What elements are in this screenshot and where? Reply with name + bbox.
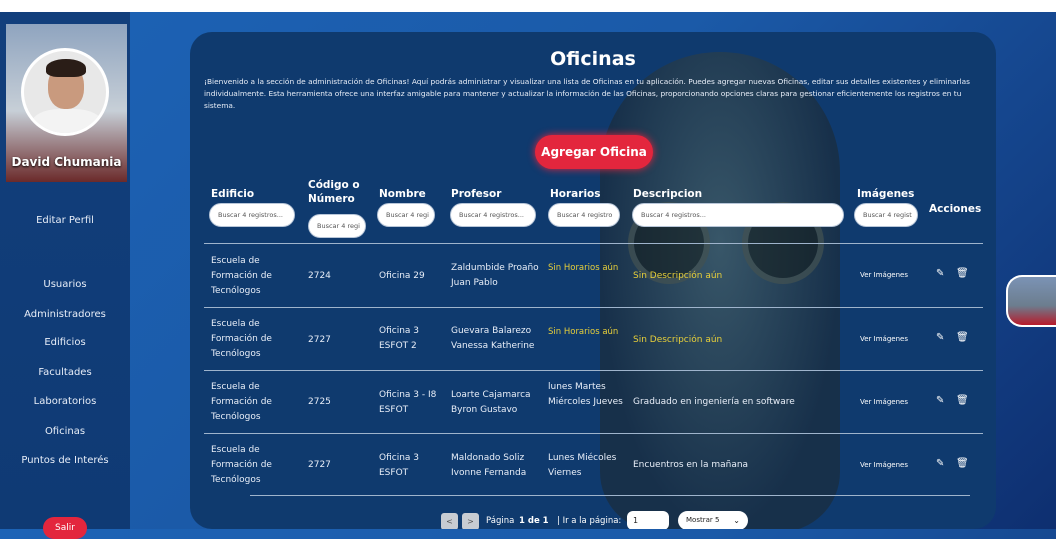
cell-codigo: 2725	[308, 397, 331, 407]
cell-descripcion: Encuentros en la mañana	[633, 460, 749, 470]
cell-profesor: Maldonado Soliz Ivonne Fernanda	[451, 453, 527, 478]
header-descripcion[interactable]: Descripcion	[633, 187, 702, 201]
goto-page-label: | Ir a la página:	[557, 516, 622, 526]
profile-card: David Chumania	[6, 24, 127, 182]
page-title: Oficinas	[550, 48, 636, 70]
cell-codigo: 2727	[308, 460, 331, 470]
cell-descripcion: Sin Descripción aún	[633, 335, 723, 345]
row-divider	[204, 370, 983, 371]
sidebar-item-laboratorios[interactable]: Laboratorios	[0, 396, 130, 407]
filter-horarios-input[interactable]: Buscar 4 registro	[548, 203, 620, 227]
main-panel: Oficinas ¡Bienvenido a la sección de adm…	[190, 32, 996, 529]
table-bottom-divider	[250, 495, 970, 496]
header-profesor[interactable]: Profesor	[451, 187, 501, 201]
chevron-down-icon: ⌄	[733, 516, 740, 525]
sidebar-item-edificios[interactable]: Edificios	[0, 337, 130, 348]
edit-icon[interactable]: ✎	[936, 395, 944, 406]
cell-horarios: Lunes Miécoles Viernes	[548, 453, 617, 478]
cell-codigo: 2724	[308, 271, 331, 281]
trash-icon[interactable]: 🗑	[956, 395, 969, 406]
cell-edificio: Escuela de Formación de Tecnólogos	[211, 445, 272, 485]
cell-edificio: Escuela de Formación de Tecnólogos	[211, 382, 272, 422]
add-office-button[interactable]: Agregar Oficina	[535, 135, 653, 169]
header-acciones: Acciones	[929, 203, 982, 215]
edit-icon[interactable]: ✎	[936, 458, 944, 469]
view-images-link[interactable]: Ver Imágenes	[860, 461, 908, 469]
sidebar-item-usuarios[interactable]: Usuarios	[0, 279, 130, 290]
cell-codigo: 2727	[308, 335, 331, 345]
header-horarios[interactable]: Horarios	[550, 187, 601, 201]
cell-nombre: Oficina 3 - I8 ESFOT	[379, 390, 437, 415]
filter-profesor-input[interactable]: Buscar 4 registros...	[450, 203, 536, 227]
filter-codigo-input[interactable]: Buscar 4 regi	[308, 214, 366, 238]
page-indicator: 1 de 1	[519, 516, 549, 526]
avatar	[21, 48, 109, 136]
header-edificio[interactable]: Edificio	[211, 187, 254, 201]
cell-edificio: Escuela de Formación de Tecnólogos	[211, 319, 272, 359]
sidebar-item-puntos-de-interes[interactable]: Puntos de Interés	[0, 455, 130, 466]
sidebar-item-administradores[interactable]: Administradores	[0, 309, 130, 320]
prev-page-button[interactable]: <	[441, 513, 458, 529]
header-codigo[interactable]: Código o Número	[308, 178, 368, 206]
header-divider	[204, 243, 983, 244]
view-images-link[interactable]: Ver Imágenes	[860, 398, 908, 406]
filter-descripcion-input[interactable]: Buscar 4 registros...	[632, 203, 844, 227]
cell-descripcion: Sin Descripción aún	[633, 271, 723, 281]
filter-nombre-input[interactable]: Buscar 4 regi	[377, 203, 435, 227]
view-images-link[interactable]: Ver Imágenes	[860, 335, 908, 343]
cell-horarios: Sin Horarios aún	[548, 263, 619, 273]
edit-icon[interactable]: ✎	[936, 332, 944, 343]
sidebar: David Chumania Editar Perfil Usuarios Ad…	[0, 12, 130, 539]
cell-profesor: Guevara Balarezo Vanessa Katherine	[451, 326, 535, 351]
page-size-value: Mostrar 5	[686, 516, 720, 524]
filter-edificio-input[interactable]: Buscar 4 registros...	[209, 203, 295, 227]
top-strip	[0, 0, 1056, 12]
page-label: Página	[486, 516, 515, 526]
header-imagenes: Imágenes	[857, 188, 915, 200]
cell-horarios: lunes Martes Miércoles Jueves	[548, 382, 623, 407]
trash-icon[interactable]: 🗑	[956, 268, 969, 279]
cell-nombre: Oficina 29	[379, 271, 425, 281]
floating-image-thumbnail[interactable]	[1006, 275, 1056, 327]
cell-nombre: Oficina 3 ESFOT	[379, 453, 420, 478]
row-divider	[204, 433, 983, 434]
edit-icon[interactable]: ✎	[936, 268, 944, 279]
view-images-link[interactable]: Ver Imágenes	[860, 271, 908, 279]
cell-profesor: Loarte Cajamarca Byron Gustavo	[451, 390, 531, 415]
intro-text: ¡Bienvenido a la sección de administraci…	[204, 77, 971, 110]
header-nombre[interactable]: Nombre	[379, 187, 426, 201]
page-size-select[interactable]: Mostrar 5 ⌄	[678, 511, 748, 529]
goto-page-input[interactable]: 1	[627, 511, 669, 529]
cell-horarios: Sin Horarios aún	[548, 327, 619, 337]
edit-profile-link[interactable]: Editar Perfil	[0, 215, 130, 226]
user-name: David Chumania	[11, 155, 122, 169]
next-page-button[interactable]: >	[462, 513, 479, 529]
cell-nombre: Oficina 3 ESFOT 2	[379, 326, 420, 351]
trash-icon[interactable]: 🗑	[956, 332, 969, 343]
cell-edificio: Escuela de Formación de Tecnólogos	[211, 256, 272, 296]
trash-icon[interactable]: 🗑	[956, 458, 969, 469]
cell-profesor: Zaldumbide Proaño Juan Pablo	[451, 263, 539, 288]
logout-button[interactable]: Salir	[43, 517, 87, 539]
filter-imagenes-input[interactable]: Buscar 4 regist	[854, 203, 918, 227]
sidebar-item-facultades[interactable]: Facultades	[0, 367, 130, 378]
cell-descripcion: Graduado en ingeniería en software	[633, 397, 795, 407]
sidebar-item-oficinas[interactable]: Oficinas	[0, 426, 130, 437]
row-divider	[204, 307, 983, 308]
